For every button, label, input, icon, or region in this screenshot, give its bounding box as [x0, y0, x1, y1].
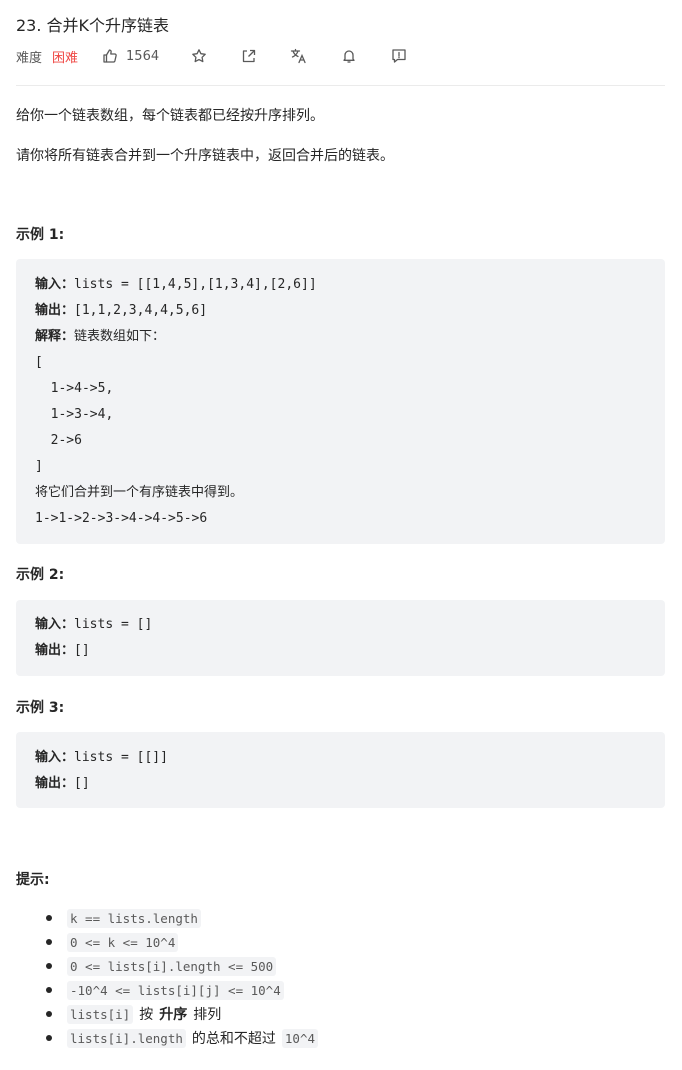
hint-item: 0 <= lists[i].length <= 500: [0, 954, 318, 978]
bullet: [46, 915, 52, 921]
example-3-input-line: 输入：lists = [[]]: [35, 749, 168, 767]
hint-item: k == lists.length: [0, 906, 318, 930]
code-line: [: [35, 355, 43, 370]
input-value: lists = []: [74, 617, 153, 632]
code-line: 1->3->4,: [35, 407, 114, 422]
example-1-input-line: 输入：lists = [[1,4,5],[1,3,4],[2,6]]: [35, 276, 317, 294]
output-value: []: [74, 643, 90, 658]
example-2-heading: 示例 2:: [16, 567, 65, 583]
example-1-explain-line: 解释：链表数组如下：: [35, 328, 165, 346]
share-icon: [241, 48, 257, 64]
hints-list: k == lists.length 0 <= k <= 10^4 0 <= li…: [0, 906, 318, 1050]
description-paragraph-2: 请你将所有链表合并到一个升序链表中，返回合并后的链表。: [16, 148, 394, 164]
bullet: [46, 987, 52, 993]
input-label: 输入：: [35, 277, 75, 292]
bullet: [46, 1011, 52, 1017]
explain-label: 解释：: [35, 329, 75, 344]
difficulty-badge: 困难: [52, 50, 79, 66]
hint-code: lists[i].length: [67, 1028, 186, 1048]
example-1-heading: 示例 1:: [16, 227, 65, 243]
hint-code: 0 <= k <= 10^4: [67, 932, 179, 952]
output-label: 输出：: [35, 303, 75, 318]
star-icon: [191, 48, 207, 64]
example-3-block: 输入：lists = [[]] 输出：[]: [16, 732, 665, 808]
hint-bold: 升序: [159, 1007, 188, 1023]
hint-text: 按: [139, 1007, 154, 1023]
hint-item: lists[i] 按升序 排列: [0, 1002, 318, 1026]
output-label: 输出：: [35, 776, 75, 791]
merge-result: 1->1->2->3->4->4->5->6: [35, 511, 208, 526]
code-line: 1->4->5,: [35, 381, 114, 396]
problem-title: 23. 合并K个升序链表: [16, 16, 170, 35]
hint-code: 10^4: [281, 1028, 318, 1048]
example-2-input-line: 输入：lists = []: [35, 616, 152, 634]
example-2-output-line: 输出：[]: [35, 642, 90, 660]
merge-text: 将它们合并到一个有序链表中得到。: [35, 485, 244, 500]
code-line: 2->6: [35, 433, 82, 448]
example-1-block: 输入：lists = [[1,4,5],[1,3,4],[2,6]] 输出：[1…: [16, 259, 665, 544]
example-1-output-line: 输出：[1,1,2,3,4,4,5,6]: [35, 302, 207, 320]
difficulty-label: 难度: [16, 50, 43, 66]
example-3-heading: 示例 3:: [16, 700, 65, 716]
input-label: 输入：: [35, 750, 75, 765]
bullet: [46, 939, 52, 945]
like-count: 1564: [126, 48, 160, 64]
output-value: [1,1,2,3,4,4,5,6]: [74, 303, 208, 318]
like-button[interactable]: 1564: [102, 48, 159, 64]
hint-code: -10^4 <= lists[i][j] <= 10^4: [67, 980, 284, 1000]
hint-code: k == lists.length: [67, 908, 201, 928]
input-label: 输入：: [35, 617, 75, 632]
hint-code: lists[i]: [67, 1004, 134, 1024]
output-value: []: [74, 776, 90, 791]
favorite-button[interactable]: [189, 46, 209, 66]
translate-button[interactable]: [289, 46, 309, 66]
output-label: 输出：: [35, 643, 75, 658]
bullet: [46, 963, 52, 969]
explain-text: 链表数组如下：: [74, 329, 166, 344]
code-line: ]: [35, 459, 43, 474]
hint-text: 排列: [193, 1007, 222, 1023]
hint-item: 0 <= k <= 10^4: [0, 930, 318, 954]
subscribe-button[interactable]: [339, 46, 359, 66]
description-paragraph-1: 给你一个链表数组，每个链表都已经按升序排列。: [16, 108, 324, 124]
share-button[interactable]: [239, 46, 259, 66]
feedback-button[interactable]: [389, 46, 409, 66]
hint-item: lists[i].length 的总和不超过 10^4: [0, 1026, 318, 1050]
hint-code: 0 <= lists[i].length <= 500: [67, 956, 277, 976]
translate-icon: [290, 48, 308, 64]
feedback-icon: [391, 48, 407, 64]
problem-meta-bar: 难度 困难 1564: [16, 46, 439, 66]
bullet: [46, 1035, 52, 1041]
problem-page: 23. 合并K个升序链表 难度 困难 1564 给你一个链表数组，每个链表都已经…: [0, 0, 682, 1070]
like-icon: [102, 48, 118, 64]
hint-item: -10^4 <= lists[i][j] <= 10^4: [0, 978, 318, 1002]
hints-heading: 提示:: [16, 872, 50, 888]
header-divider: [16, 85, 665, 86]
hint-text: 的总和不超过: [191, 1031, 276, 1047]
example-2-block: 输入：lists = [] 输出：[]: [16, 600, 665, 676]
bell-icon: [341, 48, 357, 64]
input-value: lists = [[]]: [74, 750, 168, 765]
input-value: lists = [[1,4,5],[1,3,4],[2,6]]: [74, 277, 317, 292]
example-3-output-line: 输出：[]: [35, 775, 90, 793]
